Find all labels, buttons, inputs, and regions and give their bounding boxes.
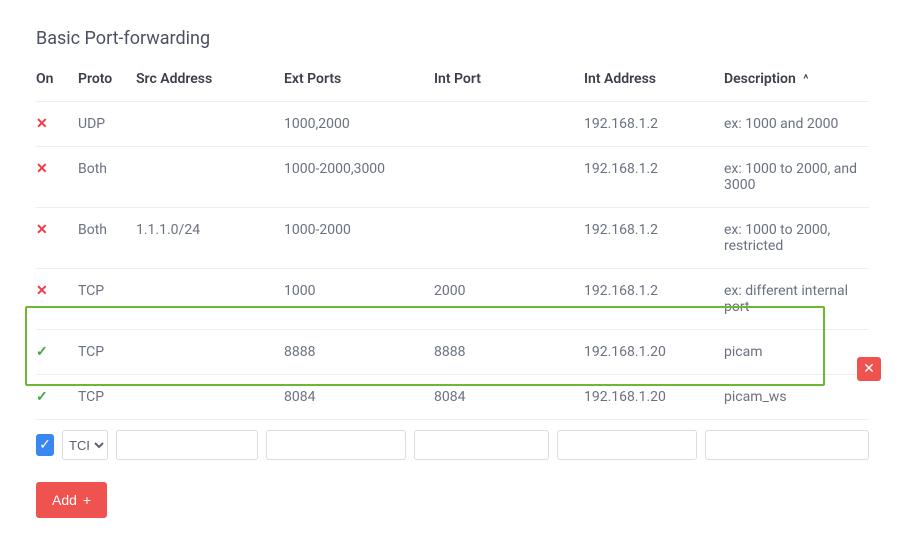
header-int-address[interactable]: Int Address xyxy=(584,57,724,102)
cell-desc: ex: different internal port xyxy=(724,269,869,330)
ext-ports-input[interactable] xyxy=(266,430,406,460)
header-on[interactable]: On xyxy=(36,57,78,102)
table-row[interactable]: ✕ Both 1000-2000,3000 192.168.1.2ex: 1000 t… xyxy=(36,147,869,208)
table-header-row: On Proto Src Address Ext Ports Int Port … xyxy=(36,57,869,102)
int-port-input[interactable] xyxy=(414,430,549,460)
cell-ext: 1000-2000,3000 xyxy=(284,147,434,208)
table-row[interactable]: ✕ TCP 10002000192.168.1.2ex: different int… xyxy=(36,269,869,330)
cell-ext: 1000,2000 xyxy=(284,102,434,147)
cell-ext: 1000 xyxy=(284,269,434,330)
cell-intp xyxy=(434,208,584,269)
cell-src xyxy=(136,330,284,375)
cell-desc: ex: 1000 and 2000 xyxy=(724,102,869,147)
cell-desc: picam_ws xyxy=(724,375,869,420)
cell-intp: 8888 xyxy=(434,330,584,375)
sort-caret-icon: ^ xyxy=(803,72,808,86)
cell-ext: 8888 xyxy=(284,330,434,375)
cell-ext: 8084 xyxy=(284,375,434,420)
cell-proto: UDP xyxy=(78,102,136,147)
cell-intp xyxy=(434,147,584,208)
delete-row-button[interactable]: ✕ xyxy=(857,357,881,381)
cell-desc: ex: 1000 to 2000, and 3000 xyxy=(724,147,869,208)
src-address-input[interactable] xyxy=(116,430,258,460)
table-row[interactable]: ✓TCP80848084192.168.1.20picam_ws xyxy=(36,375,869,420)
cell-proto: Both xyxy=(78,147,136,208)
enabled-icon: ✓ xyxy=(36,389,48,405)
cell-src xyxy=(136,102,284,147)
disabled-icon: ✕ xyxy=(36,161,48,177)
disabled-icon: ✕ xyxy=(36,283,48,299)
proto-select[interactable]: TCPUDPBoth xyxy=(62,430,108,460)
cell-intp xyxy=(434,102,584,147)
enable-checkbox[interactable]: ✓ xyxy=(36,434,54,456)
header-proto[interactable]: Proto xyxy=(78,57,136,102)
cell-src: 1.1.1.0/24 xyxy=(136,208,284,269)
enabled-icon: ✓ xyxy=(36,344,48,360)
new-row-form: ✓ TCPUDPBoth xyxy=(0,420,905,460)
header-int-port[interactable]: Int Port xyxy=(434,57,584,102)
cell-src xyxy=(136,147,284,208)
page-title: Basic Port-forwarding xyxy=(0,0,905,57)
cell-src xyxy=(136,269,284,330)
header-description[interactable]: Description ^ xyxy=(724,57,869,102)
cell-intp: 2000 xyxy=(434,269,584,330)
cell-addr: 192.168.1.2 xyxy=(584,147,724,208)
cell-src xyxy=(136,375,284,420)
cell-intp: 8084 xyxy=(434,375,584,420)
disabled-icon: ✕ xyxy=(36,222,48,238)
port-forwarding-table: On Proto Src Address Ext Ports Int Port … xyxy=(36,57,869,420)
description-input[interactable] xyxy=(705,430,869,460)
close-icon: ✕ xyxy=(863,361,875,377)
cell-proto: TCP xyxy=(78,375,136,420)
cell-proto: TCP xyxy=(78,269,136,330)
disabled-icon: ✕ xyxy=(36,116,48,132)
table-row[interactable]: ✕ Both1.1.1.0/241000-2000 192.168.1.2ex: 1… xyxy=(36,208,869,269)
cell-addr: 192.168.1.2 xyxy=(584,269,724,330)
cell-desc: picam xyxy=(724,330,869,375)
cell-addr: 192.168.1.20 xyxy=(584,330,724,375)
add-button[interactable]: Add + xyxy=(36,482,107,518)
check-icon: ✓ xyxy=(39,437,51,453)
int-address-input[interactable] xyxy=(557,430,697,460)
table-row[interactable]: ✕ UDP 1000,2000 192.168.1.2ex: 1000 and 200… xyxy=(36,102,869,147)
cell-ext: 1000-2000 xyxy=(284,208,434,269)
table-row[interactable]: ✓TCP88888888192.168.1.20picam xyxy=(36,330,869,375)
cell-addr: 192.168.1.20 xyxy=(584,375,724,420)
cell-desc: ex: 1000 to 2000, restricted xyxy=(724,208,869,269)
cell-proto: Both xyxy=(78,208,136,269)
header-src[interactable]: Src Address xyxy=(136,57,284,102)
cell-addr: 192.168.1.2 xyxy=(584,102,724,147)
header-ext[interactable]: Ext Ports xyxy=(284,57,434,102)
port-forwarding-panel: Basic Port-forwarding On Proto Src Addre… xyxy=(0,0,905,540)
cell-proto: TCP xyxy=(78,330,136,375)
cell-addr: 192.168.1.2 xyxy=(584,208,724,269)
